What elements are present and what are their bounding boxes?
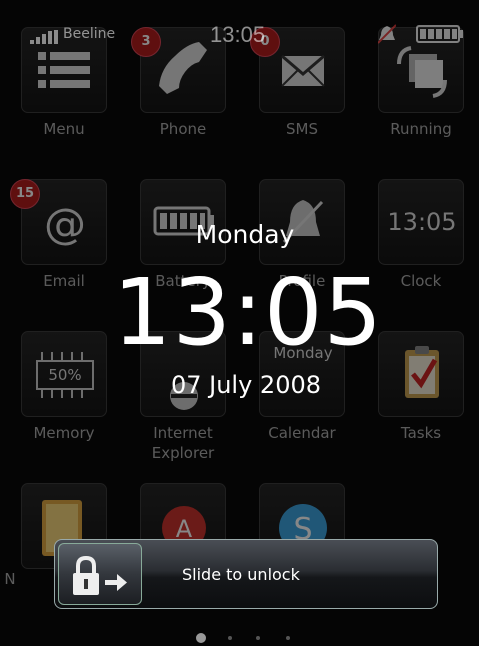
app-label: Memory [33,424,95,442]
page-dot[interactable] [228,636,232,640]
app-tile-phone[interactable]: 3 Phone [119,27,239,177]
app-tile-running[interactable]: Running [357,27,477,177]
lock-day: Monday [195,220,295,249]
app-label: Menu [43,120,85,138]
slider-label: Slide to unlock [182,565,300,584]
app-tile-sms[interactable]: 0 SMS [238,27,358,177]
lock-arrow-icon [73,555,127,595]
carrier-name: Beeline [63,26,116,42]
app-label-line: Explorer [151,444,215,462]
status-bar: Beeline 13:05 [0,0,479,47]
app-tile-menu[interactable]: Menu [0,27,120,177]
page-dot[interactable] [286,636,290,640]
signal-icon [30,30,60,44]
notification-badge: 15 [10,179,40,209]
page-indicator [190,632,310,646]
app-label: Running [390,120,452,138]
status-time: 13:05 [210,22,266,47]
mute-icon [378,24,396,44]
app-label: N [4,570,16,588]
lock-screen: Menu 3 Phone 0 SMS Running @ 15 Email Ba… [0,0,479,646]
lock-time: 13:05 [112,259,384,366]
unlock-slider[interactable]: Slide to unlock [54,539,438,609]
lock-date: 07 July 2008 [170,371,322,399]
page-dot[interactable] [256,636,260,640]
app-label: Tasks [400,424,442,442]
battery-icon [416,25,463,43]
page-dot[interactable] [196,633,206,643]
app-label: Internet Explorer [119,423,247,463]
app-label: Phone [159,120,207,138]
slider-knob[interactable] [58,543,142,605]
app-label: Calendar [268,424,336,442]
app-label: SMS [286,120,318,138]
app-label-line: Internet [153,424,213,442]
